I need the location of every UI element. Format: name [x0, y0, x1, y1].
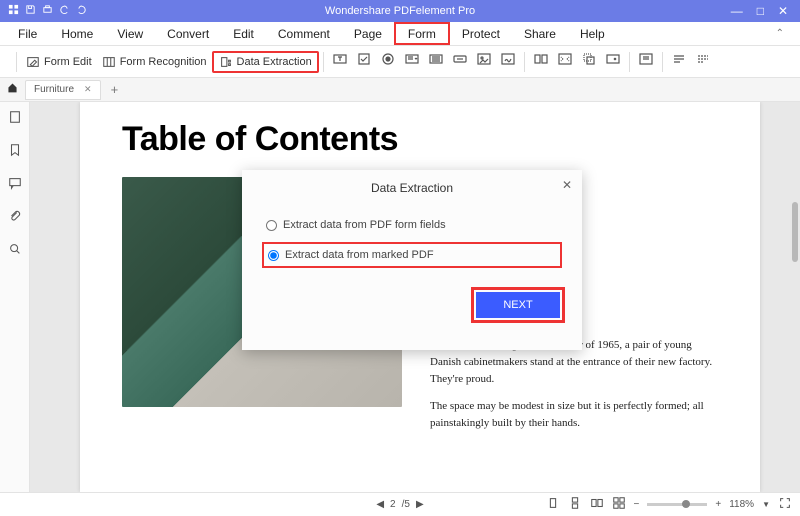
edit-close-icon[interactable] — [4, 51, 12, 73]
image-field-icon[interactable] — [472, 49, 496, 74]
menubar: File Home View Convert Edit Comment Page… — [0, 22, 800, 46]
titlebar: Wondershare PDFelement Pro — □ ✕ — [0, 0, 800, 22]
home-tab-icon[interactable] — [6, 81, 19, 99]
zoom-dropdown-icon[interactable]: ▼ — [762, 500, 770, 509]
vertical-scrollbar[interactable] — [792, 202, 798, 262]
view-two-continuous-icon[interactable] — [612, 496, 626, 513]
zoom-out-icon[interactable]: − — [634, 499, 640, 510]
document-tab[interactable]: Furniture ✕ — [25, 80, 101, 100]
view-two-page-icon[interactable] — [590, 496, 604, 513]
extract-form-fields-radio[interactable] — [266, 220, 277, 231]
tab-label: Furniture — [34, 84, 74, 95]
tab-close-icon[interactable]: ✕ — [84, 84, 92, 95]
document-paragraph: The space may be modest in size but it i… — [430, 398, 718, 432]
next-button[interactable]: NEXT — [476, 292, 560, 318]
page-prev-icon[interactable]: ◀ — [376, 499, 384, 510]
form-edit-button[interactable]: Form Edit — [21, 53, 97, 71]
bookmark-panel-icon[interactable] — [8, 143, 22, 162]
minimize-button[interactable]: — — [731, 4, 743, 18]
menu-convert[interactable]: Convert — [155, 22, 221, 45]
zoom-in-icon[interactable]: + — [715, 499, 721, 510]
extract-marked-pdf-radio[interactable] — [268, 250, 279, 261]
form-more3-icon[interactable] — [601, 49, 625, 74]
collapse-ribbon-icon[interactable]: ⌃ — [766, 28, 794, 39]
radio-field-icon[interactable] — [376, 49, 400, 74]
dialog-title: Data Extraction — [371, 181, 453, 195]
menu-page[interactable]: Page — [342, 22, 394, 45]
view-single-icon[interactable] — [546, 496, 560, 513]
attachment-panel-icon[interactable] — [8, 209, 22, 228]
form-toolbar: Form Edit Form Recognition Data Extracti… — [0, 46, 800, 78]
menu-protect[interactable]: Protect — [450, 22, 512, 45]
app-title: Wondershare PDFelement Pro — [325, 5, 475, 17]
app-menu-icon[interactable] — [8, 4, 19, 18]
form-recognition-label: Form Recognition — [120, 56, 207, 68]
extract-form-fields-option[interactable]: Extract data from PDF form fields — [262, 214, 562, 236]
text-field-icon[interactable] — [328, 49, 352, 74]
page-current[interactable]: 2 — [390, 499, 396, 510]
data-extraction-label: Data Extraction — [237, 56, 312, 68]
form-edit-label: Form Edit — [44, 56, 92, 68]
form-more2-icon[interactable] — [577, 49, 601, 74]
option-label: Extract data from PDF form fields — [283, 219, 446, 231]
extract-marked-pdf-option[interactable]: Extract data from marked PDF — [262, 242, 562, 268]
list-field-icon[interactable] — [424, 49, 448, 74]
button-field-icon[interactable] — [448, 49, 472, 74]
menu-comment[interactable]: Comment — [266, 22, 342, 45]
form-more5-icon[interactable] — [667, 49, 691, 74]
page-heading: Table of Contents — [122, 120, 718, 159]
redo-icon[interactable] — [76, 4, 87, 18]
new-tab-button[interactable]: + — [107, 82, 123, 97]
save-icon[interactable] — [25, 4, 36, 18]
zoom-slider[interactable] — [647, 503, 707, 506]
thumbnail-panel-icon[interactable] — [8, 110, 22, 129]
form-more6-icon[interactable] — [691, 49, 715, 74]
page-next-icon[interactable]: ▶ — [416, 499, 424, 510]
form-more1-icon[interactable] — [553, 49, 577, 74]
menu-form[interactable]: Form — [394, 22, 450, 45]
menu-share[interactable]: Share — [512, 22, 568, 45]
search-panel-icon[interactable] — [8, 242, 22, 261]
menu-help[interactable]: Help — [568, 22, 617, 45]
menu-view[interactable]: View — [105, 22, 155, 45]
data-extraction-button[interactable]: Data Extraction — [212, 51, 319, 73]
menu-file[interactable]: File — [6, 22, 49, 45]
menu-home[interactable]: Home — [49, 22, 105, 45]
option-label: Extract data from marked PDF — [285, 249, 434, 261]
form-more4-icon[interactable] — [634, 49, 658, 74]
close-button[interactable]: ✕ — [778, 4, 788, 18]
page-total: /5 — [402, 499, 410, 510]
statusbar: ◀ 2 /5 ▶ − + 118% ▼ — [0, 492, 800, 516]
form-recognition-button[interactable]: Form Recognition — [97, 53, 212, 71]
signature-field-icon[interactable] — [496, 49, 520, 74]
view-continuous-icon[interactable] — [568, 496, 582, 513]
zoom-value: 118% — [729, 499, 754, 510]
dialog-close-icon[interactable]: ✕ — [562, 178, 572, 192]
data-extraction-dialog: Data Extraction ✕ Extract data from PDF … — [242, 170, 582, 350]
document-tabbar: Furniture ✕ + — [0, 78, 800, 102]
undo-icon[interactable] — [59, 4, 70, 18]
combo-field-icon[interactable] — [400, 49, 424, 74]
menu-edit[interactable]: Edit — [221, 22, 266, 45]
checkbox-field-icon[interactable] — [352, 49, 376, 74]
maximize-button[interactable]: □ — [757, 4, 764, 18]
comment-panel-icon[interactable] — [8, 176, 22, 195]
form-align-icon[interactable] — [529, 49, 553, 74]
print-icon[interactable] — [42, 4, 53, 18]
fullscreen-icon[interactable] — [778, 496, 792, 513]
left-sidebar — [0, 102, 30, 492]
